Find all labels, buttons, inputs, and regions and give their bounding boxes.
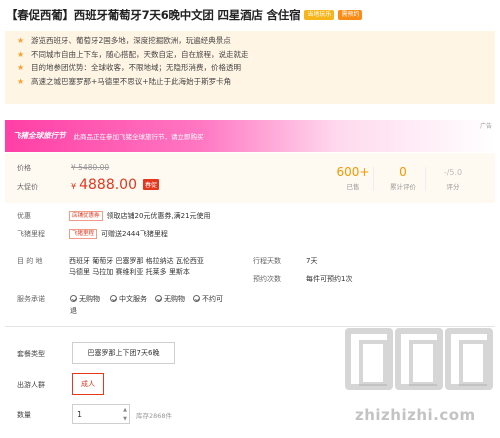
miles-tag: 飞猪里程	[69, 229, 98, 239]
feature-list: ★ 游览西班牙、葡萄牙2国多地，深度挖掘欧洲，玩遍经典景点 ★ 不同城市自由上下车，…	[5, 31, 495, 104]
local-fun-badge: 当地玩乐	[304, 10, 335, 20]
service-item: 无购物	[155, 293, 185, 305]
quantity-decrease-icon[interactable]: ▼	[120, 414, 130, 424]
watermark-text: zhizhizhi.com	[355, 406, 476, 424]
service-item: 不约可	[193, 293, 223, 305]
star-icon: ★	[17, 36, 25, 46]
ad-label: 广告	[479, 123, 492, 130]
original-price: ¥ 5480.00	[71, 163, 110, 172]
rating-value: -/5.0	[443, 168, 463, 177]
traveler-adult-button[interactable]: 成人	[72, 373, 104, 395]
rating-label: 评分	[446, 183, 460, 191]
section-divider	[5, 326, 495, 327]
spring-promo-tag: 春促	[143, 179, 160, 190]
reservation-badge: 需预约	[338, 10, 363, 20]
booking-count-label: 预约次数	[253, 275, 281, 283]
quantity-label: 数量	[17, 411, 31, 419]
traveler-type-label: 出游人群	[17, 381, 45, 389]
check-icon	[110, 295, 117, 302]
check-icon	[70, 295, 77, 302]
feature-item: ★ 不同城市自由上下车，随心搭配，天数自定，自在旅程，说走就走	[17, 49, 249, 59]
days-label: 行程天数	[253, 257, 281, 265]
star-icon: ★	[17, 77, 25, 87]
coupon-link[interactable]: 领取店铺20元优惠券,满21元使用	[107, 211, 211, 221]
promo-price-label: 大促价	[17, 183, 38, 191]
feature-item: ★ 游览西班牙、葡萄牙2国多地，深度挖掘欧洲，玩遍经典景点	[17, 36, 231, 46]
travel-festival-banner[interactable]: 飞猪全球旅行节 此商品正在参加飞猪全球旅行节，请立即购买 广告	[5, 120, 495, 152]
currency-symbol: ¥	[71, 182, 77, 191]
miles-text: 可赠送2444飞猪里程	[101, 230, 168, 238]
service-wrap-text: 退	[70, 307, 77, 315]
feature-item: ★ 目的地参团优势：全球收客，不限地域；无隐形消费，价格透明	[17, 63, 241, 73]
watermark-logo	[345, 328, 493, 390]
discount-label: 优惠	[17, 212, 31, 220]
destination-label: 目 的 地	[17, 257, 43, 265]
miles-label: 飞猪里程	[17, 230, 45, 238]
days-value: 7天	[306, 257, 318, 265]
service-promise-label: 服务承诺	[17, 295, 45, 303]
quantity-value: 1	[77, 409, 83, 419]
feature-item: ★ 高速之城巴塞罗那+马德里不思议+陆止于此海始于斯罗卡角	[17, 77, 232, 87]
check-icon	[155, 295, 162, 302]
service-item: 无购物	[70, 293, 100, 305]
rating-stat: -/5.0 评分	[423, 165, 483, 191]
check-icon	[193, 295, 200, 302]
promo-price-value: 4888.00	[79, 177, 137, 193]
price-label: 价格	[17, 164, 31, 172]
destination-line-2: 马德里 马拉加 赛维利亚 托莱多 里斯本	[69, 268, 190, 276]
star-icon: ★	[17, 49, 25, 59]
package-type-label: 套餐类型	[17, 350, 45, 358]
festival-logo: 飞猪全球旅行节	[13, 131, 66, 140]
store-coupon-tag: 店铺优惠券	[69, 211, 103, 221]
promo-price: ¥ 4888.00 春促	[71, 177, 160, 193]
price-box: 价格 ¥ 5480.00 大促价 ¥ 4888.00 春促 600+ 已售 0 …	[5, 153, 495, 203]
banner-text: 此商品正在参加飞猪全球旅行节，请立即购买	[73, 132, 204, 141]
package-option-button[interactable]: 巴塞罗那上下团7天6晚	[72, 342, 175, 364]
service-item: 中文服务	[110, 293, 147, 305]
product-title: 【春促西葡】西班牙葡萄牙7天6晚中文团 四星酒店 含住宿	[6, 8, 301, 22]
star-icon: ★	[17, 63, 25, 73]
booking-count-value: 每件可预约1次	[306, 275, 353, 283]
miles-row: 飞猪里程 飞猪里程 可赠送2444飞猪里程	[17, 229, 168, 239]
stock-text: 库存2868件	[136, 412, 173, 420]
product-title-row: 【春促西葡】西班牙葡萄牙7天6晚中文团 四星酒店 含住宿 当地玩乐 需预约	[6, 5, 496, 25]
discount-row: 优惠 店铺优惠券 领取店铺20元优惠券,满21元使用	[17, 211, 211, 221]
site-watermark: zhizhizhi.com	[345, 328, 495, 436]
